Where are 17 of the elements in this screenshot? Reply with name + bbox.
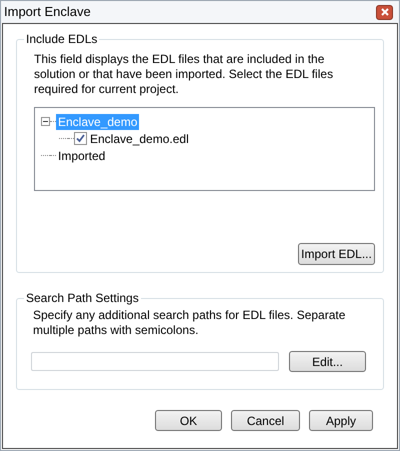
close-icon (380, 8, 388, 16)
close-button[interactable] (376, 4, 393, 20)
dialog-button[interactable]: Apply (309, 410, 373, 431)
description: This field displays the EDL files that are included in the solution or that have been imported. Select the EDL files required for current project. (34, 52, 334, 97)
collapse-icon[interactable] (41, 117, 50, 126)
import-button[interactable]: Import EDL... (298, 243, 375, 265)
dialog-button[interactable]: Cancel (231, 410, 300, 431)
window-title: Import Enclave (4, 3, 91, 22)
dialog-button[interactable]: OK (155, 410, 222, 431)
tree-item[interactable]: Enclave_demo.edl (88, 130, 191, 146)
group-title: Include EDLs (24, 32, 100, 46)
checkbox[interactable] (74, 132, 87, 145)
search-path-field[interactable] (31, 352, 279, 371)
group-title: Search Path Settings (24, 291, 141, 305)
edit-button[interactable]: Edit... (289, 351, 366, 372)
tree-item[interactable]: Imported (56, 148, 108, 164)
description: Specify any additional search paths for EDL files. Separate multiple paths with semicolons. (32, 308, 346, 338)
